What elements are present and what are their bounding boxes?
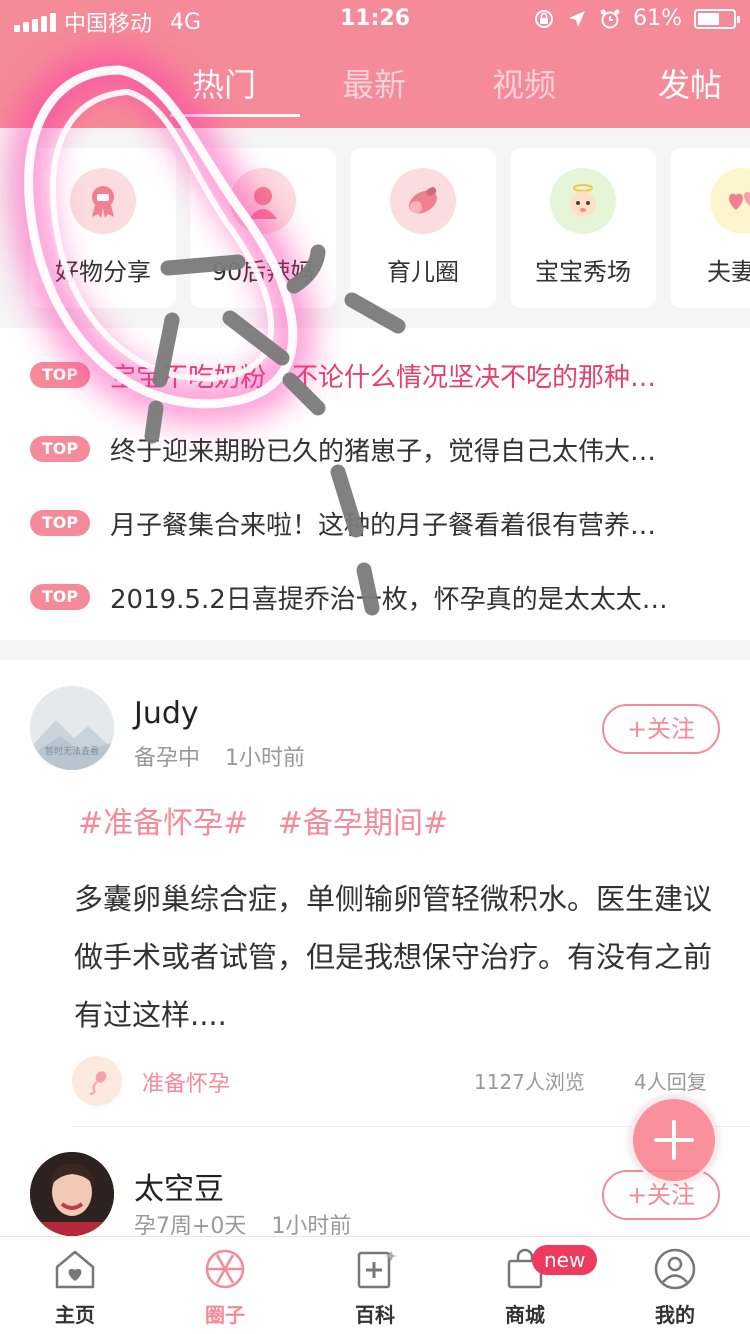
post-footer: 准备怀孕 1127人浏览 4人回复 [0, 1056, 750, 1106]
status-right: 61% [533, 6, 740, 31]
nav-item-home[interactable]: 主页 [0, 1237, 150, 1334]
pacifier-icon [390, 168, 456, 234]
follow-button[interactable]: +关注 [602, 704, 720, 754]
category-strip: 好物分享 90后辣妈 育儿圈 宝宝秀场 夫妻情 [0, 128, 750, 328]
username[interactable]: Judy [134, 696, 199, 731]
sperm-icon [72, 1056, 122, 1106]
topic-tag[interactable]: #准备怀孕# [78, 806, 248, 841]
battery-icon [694, 8, 740, 29]
pinned-post-title: 宝宝不吃奶粉，不论什么情况坚决不吃的那种… [110, 362, 657, 393]
top-badge: TOP [30, 510, 90, 536]
user-status: 备孕中 [134, 746, 201, 771]
pinned-post[interactable]: TOP 2019.5.2日喜提乔治一枚，怀孕真的是太太太… [0, 560, 750, 634]
app-screen: 中国移动 4G 11:26 61% 热门 最新 视频 发帖 好物分享 90后辣妈… [0, 0, 750, 1334]
category-card-baby-show[interactable]: 宝宝秀场 [510, 148, 656, 308]
create-post-fab[interactable] [630, 1096, 718, 1184]
pinned-post[interactable]: TOP 终于迎来期盼已久的猪崽子，觉得自己太伟大… [0, 412, 750, 486]
tab-hot[interactable]: 热门 [192, 60, 256, 106]
category-label: 宝宝秀场 [535, 258, 631, 286]
pinned-post[interactable]: TOP 月子餐集合来啦！这种的月子餐看着很有营养… [0, 486, 750, 560]
mom-icon [230, 168, 296, 234]
category-card-parenting[interactable]: 育儿圈 [350, 148, 496, 308]
nav-label: 主页 [55, 1303, 95, 1327]
bottom-nav: 主页 圈子 百科 new 商城 我的 [0, 1236, 750, 1334]
category-card-goods-share[interactable]: 好物分享 [30, 148, 176, 308]
new-badge: new [532, 1245, 598, 1275]
avatar-placeholder-image [30, 686, 114, 770]
home-heart-icon [55, 1250, 95, 1289]
nav-item-profile[interactable]: 我的 [600, 1237, 750, 1334]
alarm-icon [600, 9, 620, 28]
top-badge: TOP [30, 362, 90, 388]
post-button[interactable]: 发帖 [658, 60, 722, 106]
pinned-post-title: 2019.5.2日喜提乔治一枚，怀孕真的是太太太… [110, 584, 668, 615]
status-bar: 中国移动 4G 11:26 61% [0, 0, 750, 40]
post-meta: 备孕中 1小时前 [134, 740, 305, 772]
pinned-post-title: 月子餐集合来啦！这种的月子餐看着很有营养… [110, 510, 657, 541]
avatar-placeholder-text: 暂时无法查看 [44, 747, 99, 757]
pinned-posts-list: TOP 宝宝不吃奶粉，不论什么情况坚决不吃的那种… TOP 终于迎来期盼已久的猪… [0, 328, 750, 640]
topic-tag[interactable]: #备孕期间# [278, 806, 448, 841]
reply-count: 4人回复 [634, 1070, 707, 1094]
post-body[interactable]: 多囊卵巢综合症，单侧输卵管轻微积水。医生建议做手术或者试管，但是我想保守治疗。有… [74, 870, 724, 1044]
nav-label: 百科 [355, 1303, 395, 1327]
profile-icon [654, 1248, 696, 1290]
tab-latest[interactable]: 最新 [342, 60, 406, 106]
aperture-icon [205, 1249, 245, 1289]
header-bar: 中国移动 4G 11:26 61% 热门 最新 视频 发帖 [0, 0, 750, 128]
post-tags: #准备怀孕# #备孕期间# [78, 798, 468, 842]
location-icon [569, 10, 586, 27]
avatar-photo [30, 1152, 114, 1236]
hearts-icon [710, 168, 750, 234]
username[interactable]: 太空豆 [134, 1164, 224, 1208]
nav-item-circles[interactable]: 圈子 [150, 1237, 300, 1334]
baby-face-icon [550, 168, 616, 234]
pinned-post-title: 终于迎来期盼已久的猪崽子，觉得自己太伟大… [110, 436, 657, 467]
battery-percent: 61% [633, 6, 682, 31]
post-time: 1小时前 [225, 746, 306, 771]
avatar[interactable]: 暂时无法查看 [30, 686, 114, 770]
category-label: 90后辣妈 [211, 258, 315, 286]
top-badge: TOP [30, 584, 90, 610]
active-tab-indicator [170, 114, 300, 117]
category-card-couple[interactable]: 夫妻情 [670, 148, 750, 308]
category-card-90s-mom[interactable]: 90后辣妈 [190, 148, 336, 308]
category-label: 好物分享 [55, 258, 151, 286]
gift-ribbon-icon [70, 168, 136, 234]
nav-label: 我的 [655, 1303, 695, 1327]
top-badge: TOP [30, 436, 90, 462]
encyclopedia-icon [357, 1251, 397, 1289]
circle-label[interactable]: 准备怀孕 [142, 1066, 230, 1098]
plus-icon [654, 1120, 694, 1160]
nav-item-encyclopedia[interactable]: 百科 [300, 1237, 450, 1334]
avatar[interactable] [30, 1152, 114, 1236]
nav-item-mall[interactable]: new 商城 [450, 1237, 600, 1334]
pinned-post[interactable]: TOP 宝宝不吃奶粉，不论什么情况坚决不吃的那种… [0, 338, 750, 412]
category-label: 育儿圈 [387, 258, 459, 286]
tab-video[interactable]: 视频 [492, 60, 556, 106]
rotation-lock-icon [535, 9, 554, 28]
view-count: 1127人浏览 [474, 1070, 585, 1094]
nav-label: 商城 [505, 1303, 545, 1327]
header-tabs: 热门 最新 视频 发帖 [0, 48, 750, 118]
category-label: 夫妻情 [707, 258, 750, 286]
nav-label: 圈子 [205, 1303, 245, 1327]
